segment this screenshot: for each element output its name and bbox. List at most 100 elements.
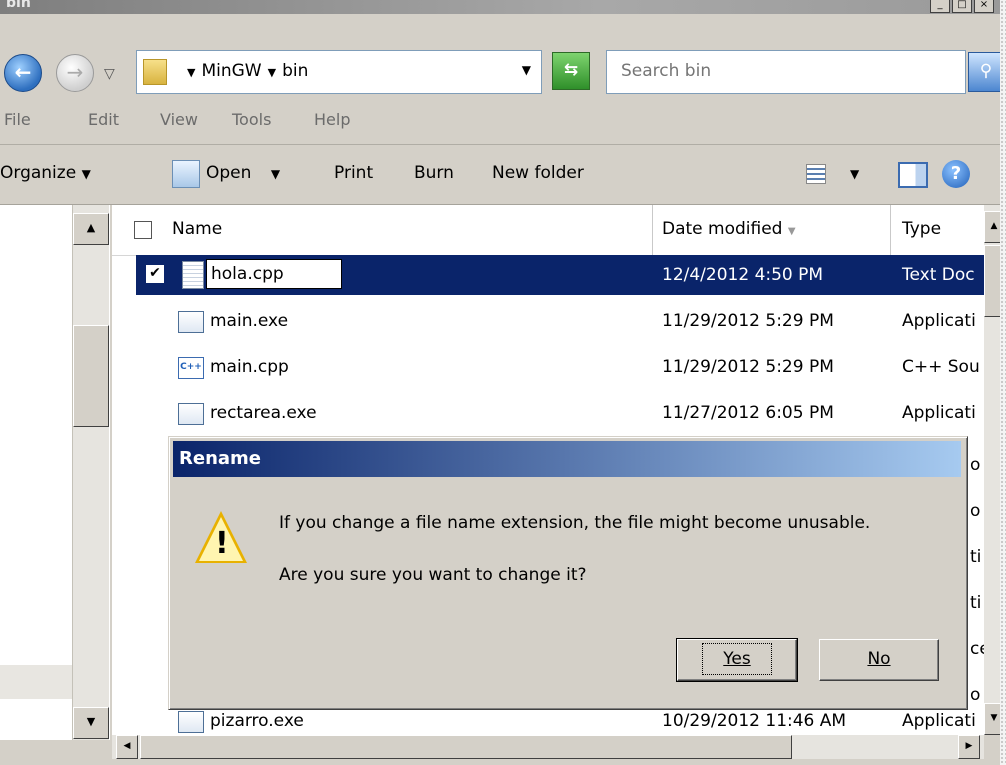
search-icon[interactable]: ⚲	[968, 52, 1004, 92]
address-dropdown-icon[interactable]: ▼	[522, 63, 531, 77]
row-type: Applicati	[902, 711, 976, 731]
recent-pages-dropdown[interactable]: ▽	[104, 66, 115, 82]
row-type: C++ Sou	[902, 357, 980, 377]
preview-pane-icon[interactable]	[898, 162, 928, 188]
chevron-down-icon: ▼	[81, 167, 91, 181]
nav-selected-item[interactable]	[0, 665, 72, 699]
column-divider[interactable]	[652, 205, 653, 255]
scroll-thumb[interactable]	[140, 735, 792, 759]
breadcrumb-mingw[interactable]: MinGW	[201, 61, 261, 81]
page-edge	[1000, 0, 1006, 765]
dialog-question: Are you sure you want to change it?	[279, 565, 587, 585]
menu-file[interactable]: File	[4, 110, 31, 129]
row-date: 11/29/2012 5:29 PM	[662, 357, 834, 377]
open-icon	[172, 160, 200, 188]
warning-mark: !	[215, 526, 229, 561]
row-date: 10/29/2012 11:46 AM	[662, 711, 847, 731]
scroll-thumb[interactable]	[73, 325, 109, 427]
column-type[interactable]: Type	[902, 219, 941, 239]
row-date: 11/29/2012 5:29 PM	[662, 311, 834, 331]
row-type: Text Doc	[902, 265, 975, 285]
row-name: main.exe	[210, 311, 289, 331]
minimize-button[interactable]: _	[930, 0, 950, 13]
menu-edit[interactable]: Edit	[88, 110, 119, 129]
cpp-file-icon: C++	[178, 357, 204, 379]
column-header: Name Date modified ▼ Type	[112, 205, 984, 256]
command-bar: Organize ▼ Open ▼ Print Burn New folder …	[0, 146, 1000, 205]
scroll-left-button[interactable]: ◀	[116, 735, 138, 759]
type-fragment: o	[970, 455, 981, 475]
breadcrumb-arrow-icon[interactable]: ▼	[187, 66, 195, 79]
type-fragment: ce	[970, 639, 984, 659]
folder-icon	[143, 59, 167, 85]
yes-button[interactable]: Yes	[676, 638, 798, 682]
type-fragment: ti	[970, 593, 982, 613]
menu-help[interactable]: Help	[314, 110, 350, 129]
rename-dialog: Rename ! If you change a file name exten…	[168, 436, 968, 710]
chevron-down-icon: ▼	[270, 167, 281, 181]
back-button[interactable]: ←	[4, 54, 42, 92]
breadcrumb-bin[interactable]: bin	[282, 61, 308, 81]
open-label: Open	[206, 163, 252, 183]
row-type: Applicati	[902, 311, 976, 331]
table-row[interactable]: main.exe 11/29/2012 5:29 PM Applicati	[112, 301, 984, 341]
no-label: No	[867, 649, 891, 669]
type-fragment: o	[970, 501, 981, 521]
row-name: main.cpp	[210, 357, 289, 377]
open-button[interactable]: Open ▼	[206, 163, 280, 183]
view-dropdown-icon[interactable]: ▼	[850, 167, 859, 181]
address-bar[interactable]: ▼ MinGW ▼ bin ▼	[136, 50, 542, 94]
scroll-up-button[interactable]: ▲	[73, 213, 109, 245]
row-type: Applicati	[902, 403, 976, 423]
menu-tools[interactable]: Tools	[232, 110, 271, 129]
column-divider[interactable]	[890, 205, 891, 255]
organize-button[interactable]: Organize ▼	[0, 163, 91, 183]
dialog-title: Rename	[179, 448, 261, 469]
close-button[interactable]: ×	[974, 0, 994, 13]
print-button[interactable]: Print	[334, 163, 373, 183]
search-box[interactable]	[606, 50, 966, 94]
column-date-label: Date modified	[662, 219, 783, 239]
row-date: 11/27/2012 6:05 PM	[662, 403, 834, 423]
breadcrumb-arrow-icon[interactable]: ▼	[268, 66, 276, 79]
yes-label: Yes	[723, 649, 751, 669]
text-file-icon	[182, 261, 204, 289]
menu-bar: File Edit View Tools Help	[0, 98, 1000, 145]
select-all-checkbox[interactable]	[134, 221, 152, 239]
table-row[interactable]: C++ main.cpp 11/29/2012 5:29 PM C++ Sou	[112, 347, 984, 387]
table-row[interactable]: rectarea.exe 11/27/2012 6:05 PM Applicat…	[112, 393, 984, 433]
horizontal-scrollbar[interactable]: ◀ ▶	[112, 735, 984, 759]
row-date: 12/4/2012 4:50 PM	[662, 265, 824, 285]
explorer-window: bin _ □ × ← → ▽ ▼ MinGW ▼ bin ▼ ⇆ ⚲ File Ed…	[0, 0, 1006, 765]
row-name: pizarro.exe	[210, 711, 304, 731]
row-name: rectarea.exe	[210, 403, 317, 423]
organize-label: Organize	[0, 163, 77, 183]
new-folder-button[interactable]: New folder	[492, 163, 584, 183]
column-date-modified[interactable]: Date modified ▼	[662, 219, 796, 239]
scroll-down-button[interactable]: ▼	[73, 707, 109, 739]
scroll-right-button[interactable]: ▶	[958, 735, 980, 759]
exe-file-icon	[178, 311, 204, 333]
rename-field[interactable]	[206, 259, 342, 289]
type-fragment: ti	[970, 547, 982, 567]
navigation-scrollbar[interactable]: ▲ ▼	[72, 205, 109, 740]
table-row[interactable]: ✔ 12/4/2012 4:50 PM Text Doc	[136, 255, 984, 295]
title-bar[interactable]: bin _ □ ×	[0, 0, 1000, 14]
view-options-icon[interactable]	[806, 164, 826, 184]
maximize-button[interactable]: □	[952, 0, 972, 13]
search-input[interactable]	[621, 61, 941, 81]
no-button[interactable]: No	[819, 639, 939, 681]
menu-view[interactable]: View	[160, 110, 198, 129]
row-checkbox[interactable]: ✔	[146, 265, 164, 283]
address-row: ← → ▽ ▼ MinGW ▼ bin ▼ ⇆ ⚲	[0, 14, 1004, 96]
forward-button[interactable]: →	[56, 54, 94, 92]
refresh-button[interactable]: ⇆	[552, 52, 590, 90]
dialog-title-bar[interactable]: Rename	[173, 441, 961, 477]
help-icon[interactable]: ?	[942, 160, 970, 188]
burn-button[interactable]: Burn	[414, 163, 454, 183]
exe-file-icon	[178, 711, 204, 733]
column-name[interactable]: Name	[172, 219, 222, 239]
exe-file-icon	[178, 403, 204, 425]
breadcrumb: ▼ MinGW ▼ bin	[181, 61, 308, 81]
sort-icon: ▼	[787, 226, 796, 237]
